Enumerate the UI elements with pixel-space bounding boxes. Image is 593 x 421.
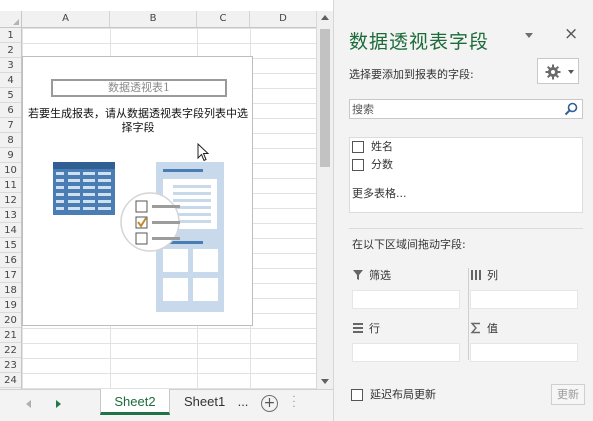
pane-options-chevron-down-icon[interactable]	[525, 33, 533, 38]
field-checkbox[interactable]	[352, 159, 364, 171]
vertical-scrollbar[interactable]	[316, 11, 333, 389]
row-header[interactable]: 10	[0, 163, 21, 178]
sheet-tab-bar: Sheet2 Sheet1 ... + · · ·	[0, 389, 333, 421]
more-tables-link[interactable]: 更多表格...	[352, 185, 407, 201]
field-list: 姓名 分数 更多表格...	[349, 137, 583, 213]
column-header-d[interactable]: D	[250, 11, 316, 27]
rows-icon	[353, 323, 363, 333]
search-icon[interactable]	[564, 102, 578, 116]
pane-title: 数据透视表字段	[349, 31, 490, 53]
column-headers: A B C D	[22, 11, 316, 28]
pane-divider	[349, 228, 583, 229]
rows-area-header: 行	[352, 321, 380, 337]
pivot-illustration-icon	[53, 162, 224, 312]
scroll-thumb[interactable]	[320, 29, 330, 167]
row-header[interactable]: 20	[0, 313, 21, 328]
row-header[interactable]: 16	[0, 253, 21, 268]
pivot-table-title: 数据透视表1	[51, 79, 227, 97]
row-header[interactable]: 2	[0, 43, 21, 58]
sigma-icon	[470, 322, 480, 334]
row-header[interactable]: 12	[0, 193, 21, 208]
values-area-header: 值	[470, 321, 498, 337]
column-header-a[interactable]: A	[22, 11, 110, 27]
choose-fields-label: 选择要添加到报表的字段:	[349, 68, 474, 81]
values-drop-zone[interactable]	[470, 343, 578, 362]
pivot-table-placeholder[interactable]: 数据透视表1 若要生成报表，请从数据透视表字段列表中选择字段	[22, 56, 253, 326]
rows-drop-zone[interactable]	[352, 343, 460, 362]
rows-area-label: 行	[369, 322, 380, 335]
field-label: 姓名	[371, 140, 393, 153]
add-sheet-button[interactable]: +	[261, 395, 278, 412]
filters-area-label: 筛选	[369, 269, 391, 282]
columns-area-label: 列	[487, 269, 498, 282]
row-header[interactable]: 5	[0, 88, 21, 103]
values-area: 值	[467, 321, 578, 369]
row-headers: 1 2 3 4 5 6 7 8 9 10 11 12 13 14 15 16 17 18 19 20 21 22 23 24	[0, 28, 22, 389]
worksheet: A B C D 1 2 3 4 5 6 7 8 9 10 11 12 13 14 15 16 17 18 19 20 2…	[0, 0, 316, 389]
defer-layout-update-checkbox[interactable]	[351, 389, 363, 401]
next-sheet-icon[interactable]	[56, 400, 61, 408]
more-sheets-button[interactable]: ...	[232, 389, 254, 415]
close-icon[interactable]: ×	[564, 26, 578, 43]
row-header[interactable]: 1	[0, 28, 21, 43]
row-header[interactable]: 19	[0, 298, 21, 313]
tab-splitter-handle[interactable]: · · ·	[291, 393, 297, 413]
filters-area: 筛选	[349, 268, 460, 316]
row-header[interactable]: 24	[0, 373, 21, 388]
tab-sheet2[interactable]: Sheet2	[100, 389, 170, 415]
rows-area: 行	[349, 321, 460, 369]
columns-icon	[471, 270, 481, 280]
field-label: 分数	[371, 158, 393, 171]
row-header[interactable]: 22	[0, 343, 21, 358]
field-search-box	[349, 99, 583, 119]
column-header-b[interactable]: B	[110, 11, 197, 27]
row-header[interactable]: 13	[0, 208, 21, 223]
scroll-up-icon[interactable]	[321, 15, 329, 20]
columns-area: 列	[467, 268, 578, 316]
row-header[interactable]: 18	[0, 283, 21, 298]
row-header[interactable]: 23	[0, 358, 21, 373]
update-button[interactable]: 更新	[551, 384, 585, 405]
row-header[interactable]: 11	[0, 178, 21, 193]
row-header[interactable]: 14	[0, 223, 21, 238]
row-header[interactable]: 21	[0, 328, 21, 343]
select-all-corner[interactable]	[0, 11, 22, 28]
filters-drop-zone[interactable]	[352, 290, 460, 309]
pivot-field-list-pane: 数据透视表字段 × 选择要添加到报表的字段: 姓名	[333, 0, 593, 421]
row-header[interactable]: 6	[0, 103, 21, 118]
mouse-cursor-icon	[197, 143, 210, 162]
row-header[interactable]: 15	[0, 238, 21, 253]
row-header[interactable]: 8	[0, 133, 21, 148]
column-header-c[interactable]: C	[197, 11, 250, 27]
columns-area-header: 列	[470, 268, 498, 284]
tab-sheet1[interactable]: Sheet1	[172, 389, 234, 415]
field-checkbox[interactable]	[352, 141, 364, 153]
gear-icon	[545, 64, 561, 80]
tools-button[interactable]	[537, 58, 579, 84]
filters-area-header: 筛选	[352, 268, 391, 284]
scroll-down-icon[interactable]	[321, 379, 329, 384]
filter-icon	[353, 270, 363, 280]
defer-layout-update-label: 延迟布局更新	[370, 388, 436, 401]
row-header[interactable]: 4	[0, 73, 21, 88]
chevron-down-icon	[568, 70, 574, 74]
drag-fields-label: 在以下区域间拖动字段:	[352, 238, 466, 251]
row-header[interactable]: 9	[0, 148, 21, 163]
row-header[interactable]: 7	[0, 118, 21, 133]
row-header[interactable]: 17	[0, 268, 21, 283]
search-input[interactable]	[352, 101, 558, 117]
columns-drop-zone[interactable]	[470, 290, 578, 309]
pivot-table-hint: 若要生成报表，请从数据透视表字段列表中选择字段	[28, 108, 248, 134]
previous-sheet-icon[interactable]	[26, 400, 31, 408]
row-header[interactable]: 3	[0, 58, 21, 73]
values-area-label: 值	[487, 322, 498, 335]
